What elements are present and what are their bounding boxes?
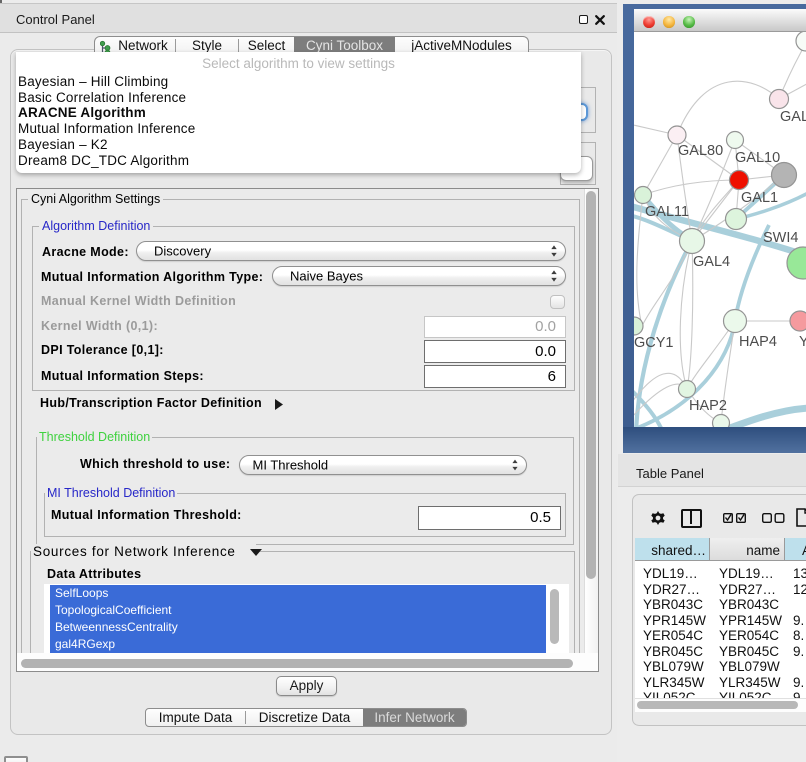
svg-text:HAP2: HAP2 (689, 398, 727, 414)
svg-text:GAL1: GAL1 (741, 190, 778, 206)
svg-text:HAP4: HAP4 (739, 334, 777, 350)
svg-text:Y: Y (799, 334, 806, 350)
svg-text:SWI4: SWI4 (763, 230, 798, 246)
svg-text:GCY1: GCY1 (634, 335, 674, 351)
svg-text:GAL11: GAL11 (645, 204, 689, 220)
svg-text:GAL80: GAL80 (678, 143, 723, 159)
svg-text:GAL4: GAL4 (693, 254, 730, 270)
svg-text:GAL: GAL (780, 109, 806, 125)
svg-text:GAL10: GAL10 (735, 150, 780, 166)
